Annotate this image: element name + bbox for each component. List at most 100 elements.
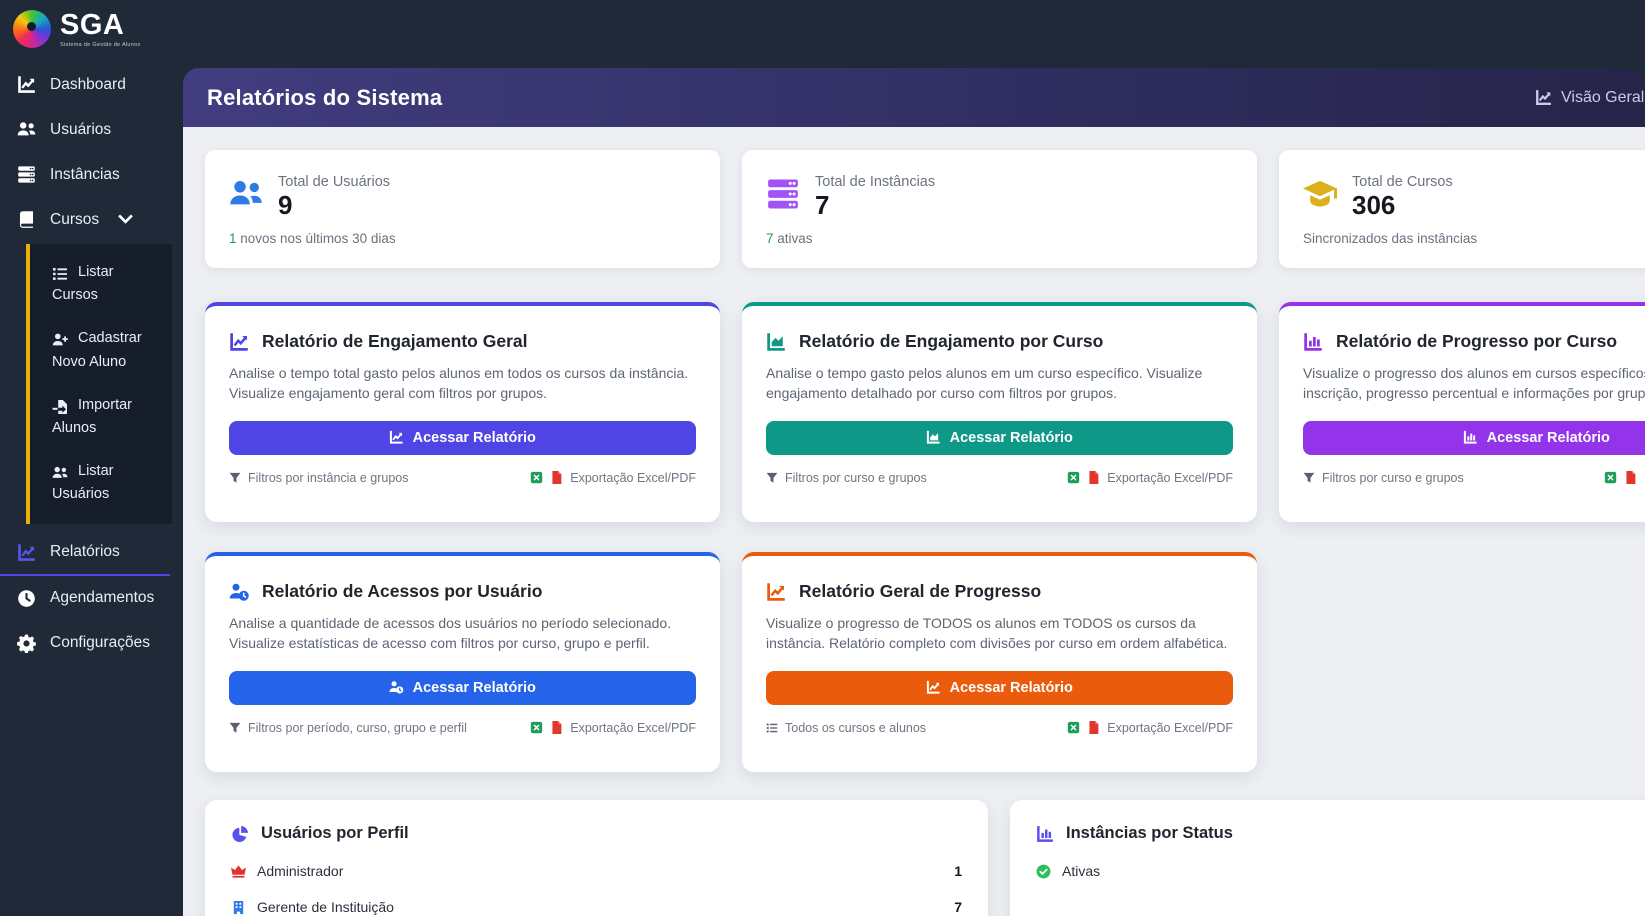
chart-line-icon [229,332,249,352]
app-logo[interactable]: SGA Sistema de Gestão de Alunos [0,0,183,54]
app-tagline: Sistema de Gestão de Alunos [60,41,141,48]
stat-label: Total de Usuários [278,174,391,190]
excel-file-icon [530,721,543,734]
stat-label: Total de Instâncias [815,174,936,190]
sidebar-item-label: Instâncias [50,165,120,183]
pdf-file-icon [1087,471,1100,485]
pdf-file-icon [1624,471,1637,485]
file-import-icon [52,399,68,415]
report-card-geral-de-progresso: Relatório Geral de Progresso Visualize o… [742,552,1257,772]
panel-title: Instâncias por Status [1066,824,1233,842]
report-footer: Filtros por curso e grupos Exportação Ex… [1303,471,1645,485]
sidebar-item-label: Relatórios [50,543,120,560]
panel-row-ativas: Ativas [1036,863,1645,879]
stat-value: 306 [1352,190,1396,220]
stat-value: 9 [278,190,293,220]
book-icon [17,210,36,229]
acessar-relatorio-button[interactable]: Acessar Relatório [766,420,1233,455]
stat-caption: Sincronizados das instâncias [1303,230,1478,246]
report-description: Visualize o progresso dos alunos em curs… [1303,365,1645,402]
report-title: Relatório Geral de Progresso [799,581,1042,601]
submenu-item-listar-usuarios[interactable]: Listar Usuários [30,450,172,516]
sidebar-nav: Dashboard Usuários Instâncias Cursos Lis… [0,62,183,666]
cursos-submenu: Listar Cursos Cadastrar Novo Aluno Impor… [26,244,172,524]
stats-row: Total de Usuários 9 1 novos nos últimos … [205,150,1645,268]
report-card-engajamento-por-curso: Relatório de Engajamento por Curso Anali… [742,302,1257,522]
sidebar-item-label: Agendamentos [50,589,155,606]
sidebar-item-agendamentos[interactable]: Agendamentos [0,576,183,621]
stat-caption: 7 ativas [766,230,813,246]
acessar-relatorio-button[interactable]: Acessar Relatório [229,670,696,705]
panel-row-label: Ativas [1062,863,1101,879]
report-description: Visualize o progresso de TODOS os alunos… [766,615,1228,652]
chevron-down-icon [116,210,135,229]
chart-column-icon [1036,825,1054,843]
excel-file-icon [1604,471,1617,484]
chart-line-icon [389,430,404,445]
chart-column-icon [1303,332,1323,352]
filter-icon [1303,472,1315,484]
acessar-relatorio-button[interactable]: Acessar Relatório [229,420,696,455]
filter-icon [766,472,778,484]
pdf-file-icon [550,721,563,735]
report-description: Analise a quantidade de acessos dos usuá… [229,615,672,652]
stat-label: Total de Cursos [1352,174,1453,190]
submenu-item-importar-alunos[interactable]: Importar Alunos [30,384,172,450]
user-clock-icon [229,582,249,602]
stat-card-total-instancias: Total de Instâncias 7 7 ativas [742,150,1257,268]
excel-file-icon [1067,721,1080,734]
sidebar-item-instancias[interactable]: Instâncias [0,152,183,197]
report-footer-filters: Filtros por instância e grupos [248,470,409,485]
acessar-relatorio-button[interactable]: Acessar Relatório [766,670,1233,705]
submenu-item-cadastrar-novo-aluno[interactable]: Cadastrar Novo Aluno [30,317,172,383]
clock-icon [17,589,36,608]
sidebar-item-dashboard[interactable]: Dashboard [0,62,183,107]
sidebar-item-usuarios[interactable]: Usuários [0,107,183,152]
sidebar-item-relatorios[interactable]: Relatórios [0,530,170,576]
chart-column-icon [1463,430,1478,445]
chart-area-icon [926,430,941,445]
summary-row: Usuários por Perfil Administrador 1 Gere… [205,800,1645,916]
chart-line-icon [926,680,941,695]
sidebar-item-label: Configurações [50,634,150,651]
pdf-file-icon [550,471,563,485]
report-title: Relatório de Engajamento Geral [262,331,528,351]
panel-row-label: Administrador [257,863,344,879]
panel-row-value: 1 [954,863,962,879]
graduation-cap-icon [1303,177,1337,211]
chart-line-icon [766,582,786,602]
panel-row-label: Gerente de Instituição [257,899,394,915]
report-footer-export: Exportação Excel/PDF [570,470,696,485]
users-icon [229,177,263,211]
chart-line-icon [17,75,36,94]
submenu-item-listar-cursos[interactable]: Listar Cursos [30,251,172,317]
logo-icon [13,10,51,48]
report-footer: Filtros por período, curso, grupo e perf… [229,721,696,735]
sidebar-item-label: Usuários [50,120,112,138]
sidebar-item-configuracoes[interactable]: Configurações [0,621,183,666]
report-title: Relatório de Engajamento por Curso [799,331,1104,351]
stat-card-total-usuarios: Total de Usuários 9 1 novos nos últimos … [205,150,720,268]
stat-value: 7 [815,190,830,220]
chart-line-icon [17,543,36,562]
sidebar-item-cursos[interactable]: Cursos [0,197,183,242]
user-plus-icon [52,332,68,348]
reports-row-1: Relatório de Engajamento Geral Analise o… [205,302,1645,522]
panel-row-gerente: Gerente de Instituição 7 [231,899,962,915]
report-title: Relatório de Acessos por Usuário [262,581,543,601]
report-footer-scope: Todos os cursos e alunos [785,720,927,735]
gear-icon [17,634,36,653]
acessar-relatorio-button[interactable]: Acessar Relatório [1303,420,1645,455]
page-title: Relatórios do Sistema [207,84,443,110]
panel-row-value: 7 [954,899,962,915]
overview-link[interactable]: Visão Geral [1535,89,1644,107]
panel-row-administrador: Administrador 1 [231,863,962,879]
building-icon [231,900,246,915]
main-area: Relatórios do Sistema Visão Geral Total … [183,0,1645,916]
list-icon [52,266,68,282]
users-icon [17,120,36,139]
report-footer: Todos os cursos e alunos Exportação Exce… [766,721,1233,735]
server-icon [766,177,800,211]
report-card-acessos-por-usuario: Relatório de Acessos por Usuário Analise… [205,552,720,772]
report-footer-filters: Filtros por período, curso, grupo e perf… [248,720,467,735]
